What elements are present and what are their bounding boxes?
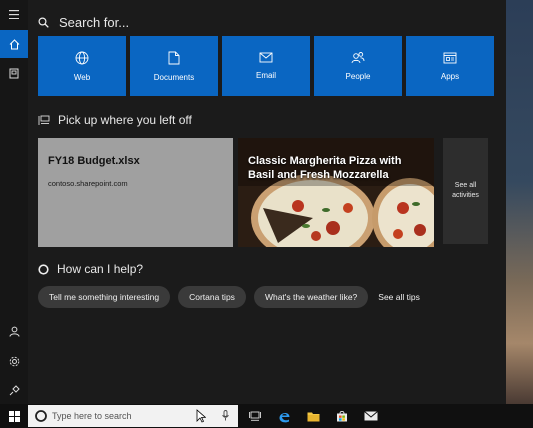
home-icon: [9, 38, 19, 49]
document-icon: [168, 51, 180, 64]
people-icon: [351, 52, 365, 64]
search-icon: [38, 16, 49, 28]
gear-icon: [9, 356, 19, 366]
activities-header: Pick up where you left off: [38, 113, 192, 127]
see-all-activities-button[interactable]: See all activities: [443, 138, 488, 244]
notebook-icon: [9, 68, 19, 78]
taskbar-search-input[interactable]: [52, 411, 202, 421]
person-icon: [9, 326, 19, 337]
mouse-cursor-icon: [196, 409, 206, 423]
see-all-label: See all activities: [452, 182, 479, 199]
tile-web[interactable]: Web: [38, 36, 126, 96]
store-bag-icon: [337, 411, 347, 422]
store-button[interactable]: [328, 404, 356, 428]
tile-label: Apps: [440, 71, 460, 81]
cortana-rail: [0, 0, 28, 404]
help-header: How can I help?: [38, 262, 143, 276]
windows-logo-icon: [8, 410, 20, 422]
search-header[interactable]: Search for...: [38, 12, 129, 32]
task-view-button[interactable]: [241, 404, 269, 428]
home-button[interactable]: [0, 30, 28, 58]
tile-label: Email: [255, 71, 276, 80]
section-title: Pick up where you left off: [58, 113, 192, 127]
cortana-ring-icon: [38, 263, 49, 275]
card-title: FY18 Budget.xlsx: [48, 155, 140, 167]
envelope-icon: [259, 52, 273, 63]
tile-apps[interactable]: Apps: [406, 36, 494, 96]
start-button[interactable]: [0, 404, 28, 428]
hamburger-icon: [9, 9, 19, 19]
tile-label: Documents: [153, 72, 195, 82]
activity-card-recipe[interactable]: Classic Margherita Pizza with Basil and …: [238, 138, 434, 247]
taskbar-search-box[interactable]: [28, 405, 238, 427]
microphone-icon[interactable]: [222, 410, 229, 421]
card-title: Classic Margherita Pizza with Basil and …: [248, 155, 402, 181]
suggestion-chip[interactable]: What's the weather like?: [253, 286, 369, 308]
suggestion-chip[interactable]: Cortana tips: [178, 286, 246, 308]
folder-icon: [307, 412, 319, 421]
file-explorer-button[interactable]: [299, 404, 327, 428]
edge-button[interactable]: [270, 404, 298, 428]
suggestion-chip[interactable]: Tell me something interesting: [38, 286, 171, 308]
card-subtitle: contoso.sharepoint.com: [48, 179, 128, 188]
suggestion-chips: Tell me something interesting Cortana ti…: [38, 286, 420, 308]
menu-button[interactable]: [0, 0, 28, 28]
mail-button[interactable]: [357, 404, 385, 428]
tile-documents[interactable]: Documents: [130, 36, 218, 96]
task-view-icon: [249, 411, 261, 421]
activity-card-document[interactable]: FY18 Budget.xlsx contoso.sharepoint.com: [38, 138, 233, 247]
search-label: Search for...: [59, 14, 130, 30]
desktop-wallpaper: [506, 0, 533, 404]
tile-label: Web: [73, 72, 91, 82]
taskbar: [0, 404, 533, 428]
edge-browser-icon: [279, 412, 289, 422]
tile-email[interactable]: Email: [222, 36, 310, 96]
see-all-tips-link[interactable]: See all tips: [376, 292, 420, 302]
timeline-icon: [38, 115, 50, 125]
feedback-icon: [9, 384, 20, 395]
notebook-button[interactable]: [0, 59, 28, 87]
account-button[interactable]: [0, 317, 28, 345]
cortana-ring-icon: [35, 410, 47, 422]
globe-icon: [75, 51, 89, 64]
section-title: How can I help?: [57, 262, 144, 276]
feedback-button[interactable]: [0, 376, 28, 404]
settings-button[interactable]: [0, 347, 28, 375]
mail-icon: [364, 411, 378, 421]
apps-icon: [443, 52, 457, 63]
tile-label: People: [345, 72, 371, 81]
tile-people[interactable]: People: [314, 36, 402, 96]
search-category-tiles: Web Documents Email People Apps: [38, 36, 494, 96]
